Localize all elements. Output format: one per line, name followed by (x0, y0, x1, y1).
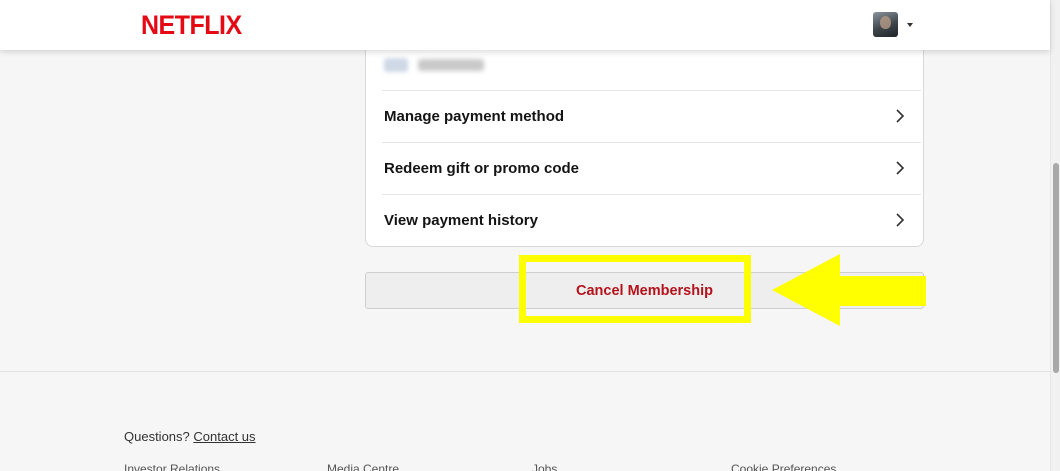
blurred-payment-info (384, 58, 484, 72)
media-centre-link[interactable]: Media Centre (327, 462, 399, 471)
page-scrollbar[interactable] (1050, 0, 1060, 471)
payment-card: Manage payment method Redeem gift or pro… (365, 30, 924, 247)
row-label: Redeem gift or promo code (384, 159, 580, 177)
caret-down-icon[interactable] (907, 22, 913, 27)
netflix-logo[interactable]: NETFLIX (141, 10, 242, 41)
footer-questions: Questions? Contact us (124, 429, 256, 444)
footer-divider (0, 371, 1050, 372)
cookie-preferences-link[interactable]: Cookie Preferences (731, 462, 836, 471)
redeem-gift-code-row[interactable]: Redeem gift or promo code (366, 142, 923, 194)
row-label: Manage payment method (384, 107, 565, 125)
scrollbar-thumb[interactable] (1053, 163, 1059, 373)
investor-relations-link[interactable]: Investor Relations (124, 462, 220, 471)
cancel-membership-button[interactable]: Cancel Membership (365, 272, 924, 309)
chevron-right-icon (895, 213, 905, 227)
view-payment-history-row[interactable]: View payment history (366, 194, 923, 246)
card-brand-icon (384, 58, 408, 72)
contact-us-link[interactable]: Contact us (193, 429, 255, 444)
jobs-link[interactable]: Jobs (532, 462, 557, 471)
chevron-right-icon (895, 161, 905, 175)
row-label: View payment history (384, 211, 538, 229)
manage-payment-method-row[interactable]: Manage payment method (366, 90, 923, 142)
top-header: NETFLIX (0, 0, 1050, 50)
avatar[interactable] (873, 12, 898, 37)
masked-card-number (418, 59, 484, 71)
profile-menu[interactable] (873, 12, 913, 37)
questions-text: Questions? (124, 429, 190, 444)
chevron-right-icon (895, 109, 905, 123)
